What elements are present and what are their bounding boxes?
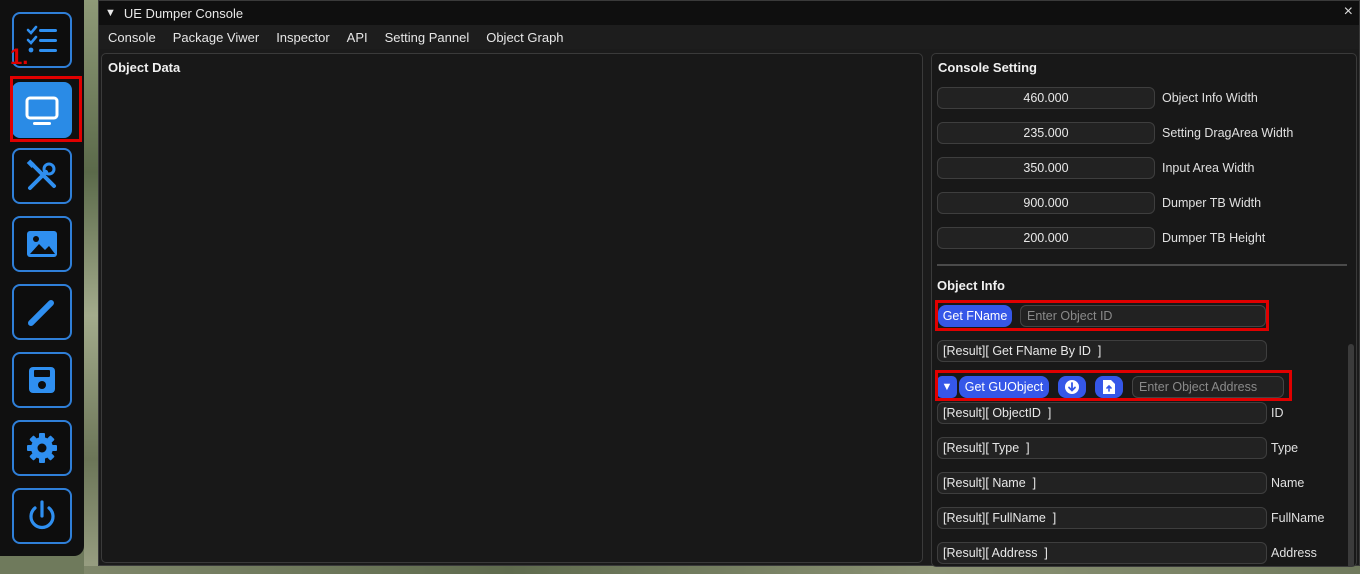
- sidebar-item-save[interactable]: [12, 352, 72, 408]
- result-label: ID: [1271, 406, 1284, 420]
- result-type-field[interactable]: [Result][ Type ]: [937, 437, 1267, 459]
- sidebar-item-power[interactable]: [12, 488, 72, 544]
- highlight-get-fname: [935, 300, 1269, 331]
- object-data-title: Object Data: [108, 60, 181, 75]
- menu-api[interactable]: API: [347, 30, 368, 45]
- menu-inspector[interactable]: Inspector: [276, 30, 329, 45]
- close-icon[interactable]: ×: [1344, 3, 1353, 21]
- setting-row: 460.000 Object Info Width: [937, 87, 1258, 109]
- menu-bar: Console Package Viwer Inspector API Sett…: [99, 25, 1359, 49]
- menu-console[interactable]: Console: [108, 30, 156, 45]
- result-label: Name: [1271, 476, 1305, 490]
- image-icon: [27, 231, 57, 257]
- pen-icon: [28, 300, 54, 326]
- scrollbar[interactable]: [1348, 344, 1354, 566]
- result-label: Address: [1271, 546, 1317, 560]
- menu-object-graph[interactable]: Object Graph: [486, 30, 563, 45]
- sidebar-item-settings[interactable]: [12, 420, 72, 476]
- setting-row: 200.000 Dumper TB Height: [937, 227, 1265, 249]
- tools-icon: [26, 159, 56, 190]
- object-info-title: Object Info: [937, 278, 1005, 293]
- save-icon: [29, 367, 55, 393]
- title-bar: ▼ UE Dumper Console ×: [99, 1, 1359, 25]
- setting-row: 235.000 Setting DragArea Width: [937, 122, 1293, 144]
- result-label: FullName: [1271, 511, 1325, 525]
- result-address-field[interactable]: [Result][ Address ]: [937, 542, 1267, 564]
- sidebar: 1.: [0, 0, 84, 556]
- setting-row: 350.000 Input Area Width: [937, 157, 1254, 179]
- input-area-width-field[interactable]: 350.000: [937, 157, 1155, 179]
- highlight-get-guobject: [935, 370, 1292, 401]
- step-label: 1.: [10, 44, 29, 69]
- setting-label: Dumper TB Height: [1162, 231, 1266, 245]
- object-info-width-field[interactable]: 460.000: [937, 87, 1155, 109]
- setting-label: Setting DragArea Width: [1162, 126, 1294, 140]
- gear-icon: [27, 433, 57, 463]
- result-name-field[interactable]: [Result][ Name ]: [937, 472, 1267, 494]
- collapse-icon[interactable]: ▼: [105, 7, 116, 19]
- sidebar-item-image[interactable]: [12, 216, 72, 272]
- power-icon: [29, 500, 55, 530]
- result-label: Type: [1271, 441, 1299, 455]
- window-title: UE Dumper Console: [123, 5, 244, 21]
- dumper-tb-height-field[interactable]: 200.000: [937, 227, 1155, 249]
- result-objectid-field[interactable]: [Result][ ObjectID ]: [937, 402, 1267, 424]
- setting-label: Input Area Width: [1162, 161, 1255, 175]
- menu-setting-pannel[interactable]: Setting Pannel: [385, 30, 470, 45]
- object-data-panel: Object Data: [101, 53, 923, 563]
- section-divider: [937, 264, 1347, 266]
- background-bottom: [84, 566, 1360, 574]
- console-setting-title: Console Setting: [938, 60, 1037, 75]
- sidebar-item-tools[interactable]: [12, 148, 72, 204]
- setting-row: 900.000 Dumper TB Width: [937, 192, 1261, 214]
- dumper-tb-width-field[interactable]: 900.000: [937, 192, 1155, 214]
- sidebar-item-pen[interactable]: [12, 284, 72, 340]
- setting-dragarea-width-field[interactable]: 235.000: [937, 122, 1155, 144]
- highlight-monitor: [10, 76, 82, 142]
- console-window: ▼ UE Dumper Console × Console Package Vi…: [98, 0, 1360, 567]
- background-strip: [84, 0, 98, 574]
- menu-package-viwer[interactable]: Package Viwer: [173, 30, 259, 45]
- console-setting-panel: Console Setting 460.000 Object Info Widt…: [931, 53, 1357, 567]
- result-fullname-field[interactable]: [Result][ FullName ]: [937, 507, 1267, 529]
- setting-label: Object Info Width: [1162, 91, 1258, 105]
- setting-label: Dumper TB Width: [1162, 196, 1262, 210]
- checklist-icon: [26, 25, 57, 53]
- fname-result-field[interactable]: [Result][ Get FName By ID ]: [937, 340, 1267, 362]
